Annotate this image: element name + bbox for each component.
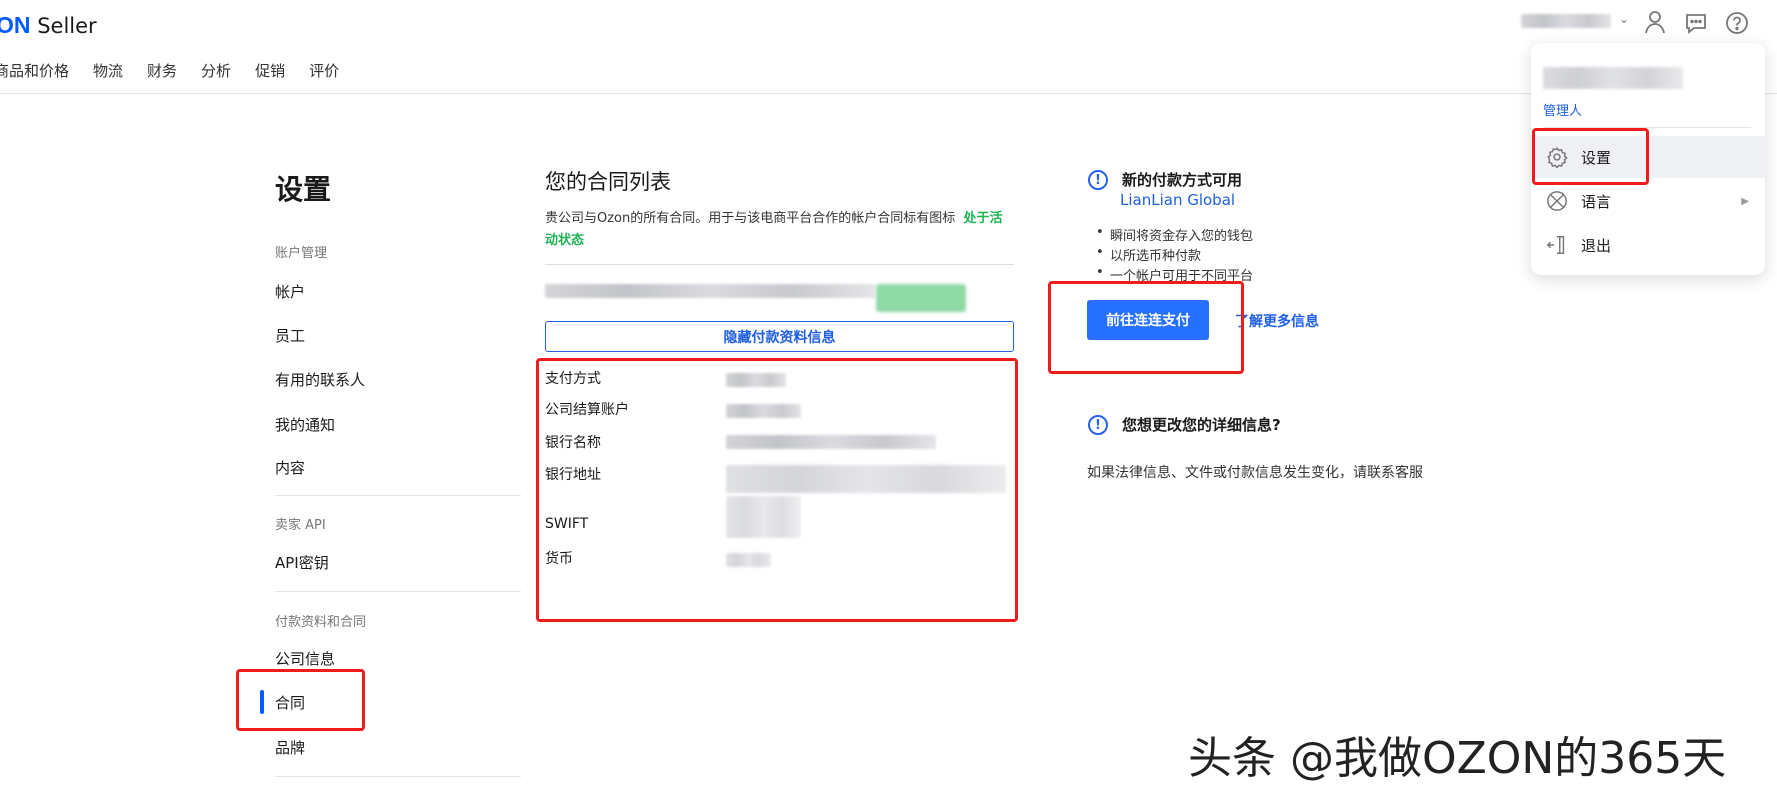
nav-finance[interactable]: 财务 [147,60,177,81]
help-icon[interactable] [1725,11,1749,39]
sidebar-item-content[interactable]: 内容 [275,457,305,478]
sidebar-item-account[interactable]: 帐户 [275,281,305,302]
highlight-box-go-button [1048,281,1244,374]
lianlian-logo: LianLian Global [1120,191,1236,209]
sidebar-item-api-keys[interactable]: API密钥 [275,552,329,573]
field-payment-method: 支付方式 [545,371,601,387]
new-payment-title: 新的付款方式可用 [1122,171,1243,189]
highlight-box-settings [1532,128,1649,185]
highlight-box-contracts [236,669,365,731]
chevron-right-icon: ▶ [1741,195,1749,207]
user-name-blurred [1543,67,1683,89]
value-blurred [726,404,801,418]
top-nav: 商品和价格 物流 财务 分析 促销 评价 [0,60,339,81]
nav-analytics[interactable]: 分析 [201,60,231,81]
watermark: 头条 @我做OZON的365天 [1188,733,1727,784]
info-icon: ! [1088,415,1108,435]
logout-icon [1545,233,1569,257]
sidebar-divider [275,591,521,592]
field-swift: SWIFT [545,516,589,532]
sidebar-item-brands[interactable]: 品牌 [275,737,305,758]
account-name-blurred[interactable] [1521,14,1611,28]
field-bank-address: 银行地址 [545,467,601,483]
info-icon: ! [1088,170,1108,190]
value-blurred [726,496,801,538]
header-divider [0,93,1777,94]
section-payment-contracts: 付款资料和合同 [275,615,367,630]
field-bank-name: 银行名称 [545,435,601,451]
value-blurred [726,373,786,387]
contract-name-blurred[interactable] [545,284,875,298]
change-details-text: 如果法律信息、文件或付款信息发生变化，请联系客服 [1087,465,1423,481]
sidebar-item-company-info[interactable]: 公司信息 [275,648,335,669]
value-blurred [726,435,936,449]
divider [545,264,1014,265]
section-account-management: 账户管理 [275,246,328,261]
menu-item-language[interactable]: 语言 ▶ [1531,180,1765,222]
role-label: 管理人 [1543,104,1583,119]
user-icon[interactable] [1644,10,1666,38]
nav-reviews[interactable]: 评价 [309,60,339,81]
contracts-description: 贵公司与Ozon的所有合同。用于与该电商平台合作的帐户合同标有图标 处于活动状态 [545,211,1003,248]
nav-promotions[interactable]: 促销 [255,60,285,81]
language-icon [1545,189,1569,213]
nav-logistics[interactable]: 物流 [93,60,123,81]
value-blurred [726,465,1006,493]
sidebar-item-contacts[interactable]: 有用的联系人 [275,369,365,390]
change-details-title: 您想更改您的详细信息? [1122,416,1281,434]
sidebar-item-notifications[interactable]: 我的通知 [275,414,335,435]
page-title: 设置 [275,173,332,206]
menu-item-logout[interactable]: 退出 [1531,224,1765,266]
field-settlement-account: 公司结算账户 [545,402,629,418]
value-blurred [726,553,771,567]
chevron-down-icon[interactable]: ⌄ [1619,12,1629,26]
bullet-item: 以所选币种付款 [1096,245,1201,264]
contracts-title: 您的合同列表 [545,170,671,194]
bullet-item: 瞬间将资金存入您的钱包 [1096,225,1253,244]
learn-more-link[interactable]: 了解更多信息 [1235,311,1319,331]
hide-payment-info-button[interactable]: 隐藏付款资料信息 [545,321,1014,352]
nav-products[interactable]: 商品和价格 [0,60,69,81]
active-badge-blurred [876,284,966,312]
sidebar-divider [275,776,521,777]
ozon-seller-logo[interactable]: ON Seller [0,12,97,39]
sidebar-divider [275,495,521,496]
field-currency: 货币 [545,551,573,567]
section-seller-api: 卖家 API [275,518,326,533]
chat-icon[interactable] [1684,11,1708,39]
sidebar-item-employees[interactable]: 员工 [275,325,305,346]
